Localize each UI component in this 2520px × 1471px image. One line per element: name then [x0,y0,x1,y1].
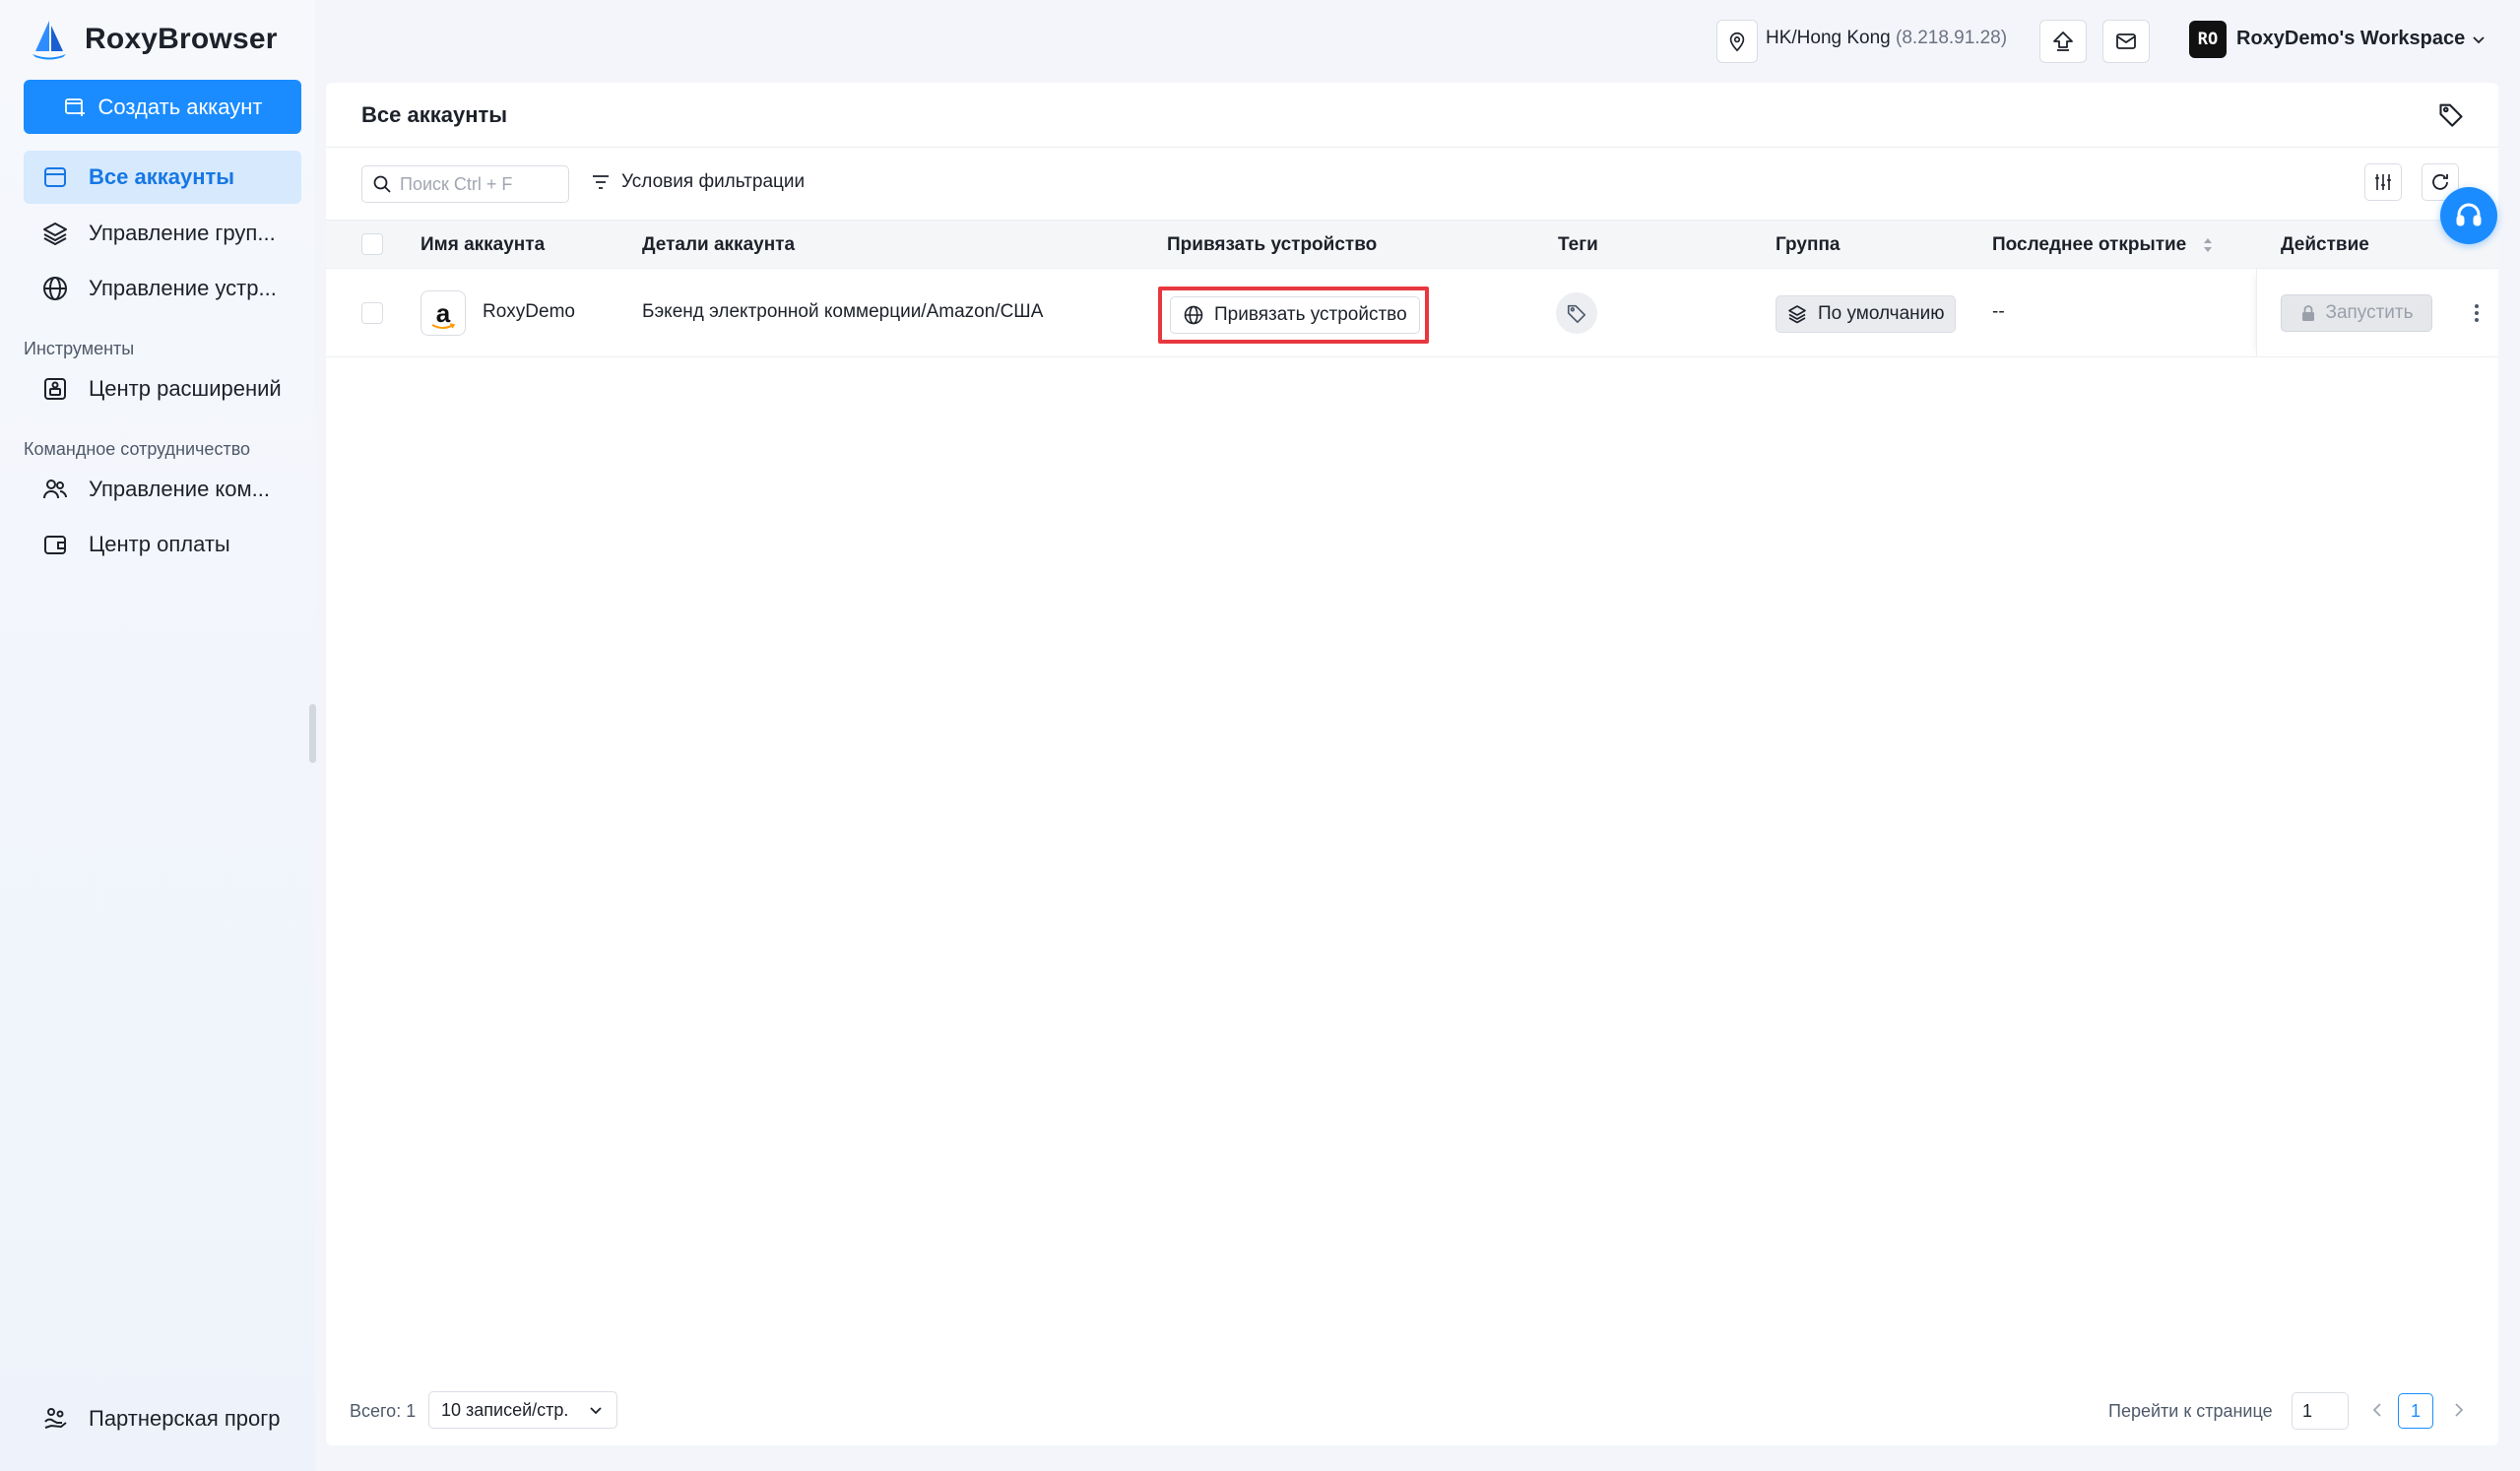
search-box[interactable] [361,165,569,203]
select-all-checkbox[interactable] [361,233,383,255]
column-header-name[interactable]: Имя аккаунта [420,234,545,256]
partner-icon [44,1408,67,1429]
group-label: По умолчанию [1818,303,1945,324]
column-header-tags[interactable]: Теги [1558,234,1598,256]
main-header: Все аккаунты [326,83,2498,148]
location-pin-icon [1729,32,1745,52]
lock-icon [2302,305,2315,321]
main-panel: Все аккаунты Условия фильтрации Имя акка… [326,83,2498,1445]
globe-icon [1184,305,1203,325]
column-settings-button[interactable] [2364,163,2402,201]
action-column: Запустить [2256,269,2498,357]
sidebar-item-label: Управление ком... [89,477,270,501]
page-title: Все аккаунты [361,102,508,127]
group-badge[interactable]: По умолчанию [1776,295,1956,333]
sort-icon[interactable] [2202,236,2214,254]
sidebar-scrollbar[interactable] [309,704,316,763]
add-tag-button[interactable] [1556,292,1597,334]
search-icon [373,175,391,193]
sliders-icon [2375,174,2391,190]
headset-icon [2456,203,2482,226]
amazon-smile-icon [431,323,456,329]
row-checkbox[interactable] [361,302,383,324]
messages-button[interactable] [2102,20,2150,63]
sidebar-item-payments[interactable]: Центр оплаты [24,518,301,571]
bind-device-button[interactable]: Привязать устройство [1170,296,1420,334]
chevron-down-icon[interactable] [2470,31,2488,48]
sidebar-item-groups[interactable]: Управление груп... [24,207,301,260]
support-button[interactable] [2440,187,2497,244]
section-tools-heading: Инструменты [24,339,135,358]
location-name: HK/Hong Kong [1766,28,1891,48]
app-name: RoxyBrowser [85,23,278,55]
column-header-group[interactable]: Группа [1776,234,1841,256]
goto-page-label: Перейти к странице [2108,1401,2273,1421]
bind-device-label: Привязать устройство [1214,304,1407,325]
launch-label: Запустить [2325,302,2414,323]
section-team-heading: Командное сотрудничество [24,439,251,459]
filter-icon [593,175,609,189]
account-details: Бэкенд электронной коммерции/Amazon/США [642,301,1044,322]
accounts-icon [44,167,66,187]
sidebar-item-devices[interactable]: Управление устр... [24,262,301,315]
sidebar-item-label: Центр оплаты [89,532,230,556]
page-size-value: 10 записей/стр. [441,1399,569,1420]
table-row[interactable]: a RoxyDemo Бэкенд электронной коммерции/… [326,269,2498,357]
layers-icon [43,223,67,245]
column-header-bind-device[interactable]: Привязать устройство [1167,234,1377,256]
mail-icon [2116,33,2136,49]
upload-home-icon [2053,32,2073,51]
table-header: Имя аккаунта Детали аккаунта Привязать у… [326,220,2498,269]
sidebar-item-partner[interactable]: Партнерская прогр [24,1392,301,1445]
tag-icon[interactable] [2437,100,2465,128]
roxy-logo-icon [32,21,66,60]
layers-icon [1788,305,1806,324]
workspace-name[interactable]: RoxyDemo's Workspace [2236,28,2465,50]
sidebar-item-extensions[interactable]: Центр расширений [24,362,301,416]
search-input[interactable] [400,173,557,195]
amazon-platform-icon: a [420,290,466,336]
workspace-avatar[interactable]: RO [2189,21,2227,58]
page-number-current[interactable]: 1 [2398,1393,2433,1429]
create-account-label: Создать аккаунт [97,94,263,119]
location-display: HK/Hong Kong (8.218.91.28) [1766,28,2007,49]
total-count: Всего: 1 [350,1401,417,1421]
extensions-icon [44,378,66,400]
globe-icon [43,277,67,300]
upgrade-button[interactable] [2039,20,2087,63]
create-account-button[interactable]: Создать аккаунт [24,80,301,134]
brand[interactable]: RoxyBrowser [28,18,278,61]
sidebar: RoxyBrowser Создать аккаунт Все аккаунты… [0,0,316,1471]
sidebar-item-all-accounts[interactable]: Все аккаунты [24,151,301,204]
filter-conditions-button[interactable]: Условия фильтрации [590,171,805,193]
sidebar-item-label: Партнерская прогр [89,1406,281,1431]
location-button[interactable] [1716,20,1758,63]
chevron-left-icon[interactable] [2366,1399,2388,1421]
sidebar-item-team[interactable]: Управление ком... [24,463,301,516]
add-account-icon [64,97,85,116]
column-header-action: Действие [2281,234,2369,255]
wallet-icon [44,536,66,554]
team-icon [43,480,67,499]
goto-page-input[interactable] [2292,1392,2349,1430]
account-name[interactable]: RoxyDemo [483,301,575,323]
last-open-value: -- [1992,301,2005,322]
chevron-right-icon[interactable] [2448,1399,2470,1421]
sidebar-item-label: Центр расширений [89,376,282,401]
sidebar-item-label: Все аккаунты [89,164,235,189]
filter-label: Условия фильтрации [621,171,806,192]
sidebar-item-label: Управление груп... [89,221,276,245]
more-options-icon[interactable] [2462,298,2491,328]
launch-button[interactable]: Запустить [2281,294,2432,332]
column-header-last-open[interactable]: Последнее открытие [1992,234,2214,256]
refresh-icon [2432,174,2448,190]
page-size-select[interactable]: 10 записей/стр. [428,1391,617,1429]
column-header-last-open-label: Последнее открытие [1992,234,2187,255]
column-header-details[interactable]: Детали аккаунта [642,234,795,256]
chevron-down-icon [590,1407,602,1415]
tag-icon [1567,304,1586,323]
location-ip: (8.218.91.28) [1896,28,2008,48]
sidebar-item-label: Управление устр... [89,276,277,300]
